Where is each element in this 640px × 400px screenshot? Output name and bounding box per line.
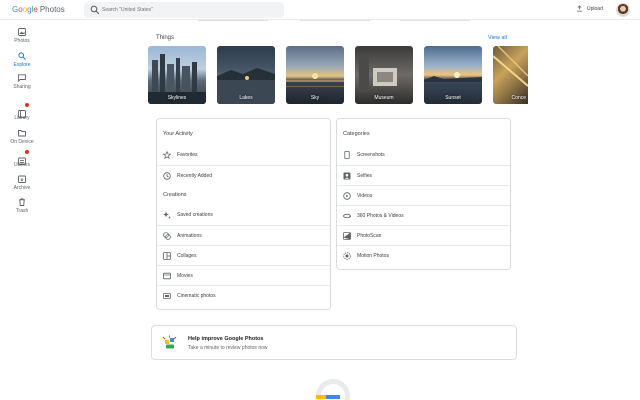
list-item-collages[interactable]: Collages: [157, 245, 330, 265]
list-item-saved-creations[interactable]: Saved creations: [157, 205, 330, 225]
sidebar-item-library[interactable]: Library: [0, 103, 44, 125]
sidebar-item-sharing[interactable]: Sharing: [0, 74, 44, 94]
list-item-recently-added[interactable]: Recently Added: [157, 165, 330, 185]
top-bar: GooglePhotos Upload: [0, 0, 640, 20]
list-item-screenshots[interactable]: Screenshots: [337, 145, 510, 165]
sparkle-icon: [163, 211, 171, 219]
search-icon: [90, 5, 100, 15]
categories-title: Categories: [343, 131, 370, 137]
thing-card-sky[interactable]: Sky: [286, 46, 344, 104]
sidebar-item-photos[interactable]: Photos: [0, 28, 44, 48]
list-item-photoscan[interactable]: PhotoScan: [337, 225, 510, 245]
list-item-360-photos[interactable]: 360 Photos & Videos: [337, 205, 510, 225]
selfie-icon: [343, 172, 351, 180]
movie-icon: [163, 272, 171, 280]
list-item-motion-photos[interactable]: Motion Photos: [337, 245, 510, 265]
creations-title: Creations: [163, 192, 187, 198]
motion-icon: [343, 252, 351, 260]
list-item-animations[interactable]: Animations: [157, 225, 330, 245]
sidebar-item-explore[interactable]: Explore: [0, 52, 44, 72]
sidebar-item-on-device[interactable]: On Device: [0, 129, 44, 149]
activity-title: Your Activity: [163, 131, 193, 137]
view-all-link[interactable]: View all: [488, 35, 507, 41]
search-bar[interactable]: [84, 2, 284, 18]
thing-card-lakes[interactable]: Lakes: [217, 46, 275, 104]
library-icon: [18, 110, 26, 118]
thing-card-concerts[interactable]: Conce: [493, 46, 528, 104]
account-avatar[interactable]: [616, 3, 630, 17]
folder-icon: [18, 130, 26, 137]
help-subtitle: Take a minute to review photos now: [188, 345, 268, 351]
collage-icon: [163, 252, 171, 260]
search-icon: [18, 52, 26, 60]
thing-card-sunset[interactable]: Sunset: [424, 46, 482, 104]
sidebar-item-trash[interactable]: Trash: [0, 198, 44, 218]
archive-icon: [18, 175, 26, 183]
categories-card: Categories Screenshots Selfies Videos 36…: [336, 118, 511, 270]
notification-badge: [25, 150, 29, 154]
utilities-icon: [18, 157, 26, 165]
loading-spinner-segment: [316, 395, 326, 399]
sidebar-item-utilities[interactable]: Utilities: [0, 150, 44, 172]
list-item-selfies[interactable]: Selfies: [337, 165, 510, 185]
help-improve-card[interactable]: Help improve Google Photos Take a minute…: [151, 325, 517, 360]
list-item-favorites[interactable]: Favorites: [157, 145, 330, 165]
trash-icon: [19, 198, 25, 206]
divider: [400, 20, 470, 21]
clock-icon: [163, 172, 171, 180]
phone-icon: [344, 151, 350, 159]
feedback-icon: [162, 335, 177, 349]
divider: [300, 20, 370, 21]
sidebar-item-archive[interactable]: Archive: [0, 175, 44, 195]
sharing-icon: [18, 74, 26, 82]
photoscan-icon: [343, 232, 351, 240]
cinematic-icon: [163, 293, 171, 299]
star-icon: [163, 151, 171, 159]
google-photos-logo[interactable]: Google Photos: [12, 5, 65, 14]
notification-badge: [25, 103, 29, 107]
photos-icon: [18, 28, 26, 36]
panorama-icon: [343, 213, 351, 219]
section-title-things: Things: [156, 35, 175, 41]
upload-icon: [576, 5, 583, 12]
activity-card: Your Activity Favorites Recently Added C…: [156, 118, 331, 310]
animation-icon: [163, 232, 171, 240]
list-item-cinematic-photos[interactable]: Cinematic photos: [157, 285, 330, 305]
search-input[interactable]: [102, 4, 277, 16]
divider: [198, 20, 268, 21]
thing-card-museum[interactable]: Museum: [355, 46, 413, 104]
play-icon: [343, 192, 351, 200]
thing-card-skylines[interactable]: Skylines: [148, 46, 206, 104]
list-item-movies[interactable]: Movies: [157, 265, 330, 285]
list-item-videos[interactable]: Videos: [337, 185, 510, 205]
help-title: Help improve Google Photos: [188, 336, 264, 342]
upload-button[interactable]: Upload: [576, 5, 603, 12]
loading-spinner-segment: [326, 395, 340, 399]
